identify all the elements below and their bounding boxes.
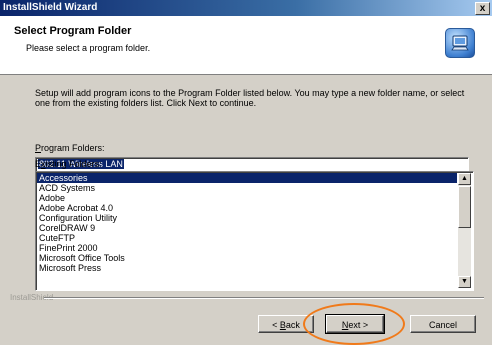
folder-list-item[interactable]: CorelDRAW 9 (37, 223, 457, 233)
existing-folders-label-text: isting Folders: (45, 159, 102, 169)
list-scrollbar[interactable]: ▲ ▼ (458, 173, 471, 288)
folder-list-item[interactable]: ACD Systems (37, 183, 457, 193)
page-subtitle: Please select a program folder. (26, 43, 151, 53)
close-icon: x (479, 3, 486, 14)
back-button[interactable]: < Back (258, 315, 314, 333)
back-button-prefix: < (272, 320, 280, 330)
cancel-button[interactable]: Cancel (410, 315, 476, 333)
program-folders-label-text: rogram Folders: (41, 143, 105, 153)
scroll-thumb[interactable] (458, 186, 471, 228)
folder-list-item[interactable]: CuteFTP (37, 233, 457, 243)
scroll-up-button[interactable]: ▲ (458, 173, 471, 185)
folder-list-item[interactable]: Adobe (37, 193, 457, 203)
folder-list-items: Accessories ACD Systems Adobe Adobe Acrobat… (37, 173, 457, 273)
folder-list-item[interactable]: Adobe Acrobat 4.0 (37, 203, 457, 213)
scroll-up-arrow-icon: ▲ (461, 175, 468, 182)
header-panel: Select Program Folder Please select a pr… (0, 16, 492, 75)
scroll-down-button[interactable]: ▼ (458, 276, 471, 288)
back-button-label: ack (285, 320, 300, 330)
program-folders-label: Program Folders: (35, 143, 105, 153)
scroll-down-arrow-icon: ▼ (461, 278, 468, 285)
folder-list-item[interactable]: Accessories (37, 173, 457, 183)
window-title: InstallShield Wizard (3, 2, 98, 13)
folder-list-item[interactable]: Microsoft Office Tools (37, 253, 457, 263)
page-title: Select Program Folder (14, 25, 132, 37)
next-button-label: ext > (348, 320, 369, 330)
folder-list-item[interactable]: Microsoft Press (37, 263, 457, 273)
folder-list-item[interactable]: FinePrint 2000 (37, 243, 457, 253)
existing-folders-list[interactable]: Accessories ACD Systems Adobe Adobe Acrobat… (35, 171, 474, 291)
footer-divider (44, 297, 484, 299)
next-button[interactable]: Next > (325, 314, 385, 334)
instructions-text: Setup will add program icons to the Prog… (35, 88, 465, 108)
computer-logo-icon (445, 28, 475, 58)
close-button[interactable]: x (475, 2, 490, 15)
existing-folders-label: Existing Folders: (35, 159, 102, 169)
cancel-button-label: Cancel (428, 320, 457, 330)
title-bar: InstallShield Wizard x (0, 0, 492, 16)
folder-list-item[interactable]: Configuration Utility (37, 213, 457, 223)
